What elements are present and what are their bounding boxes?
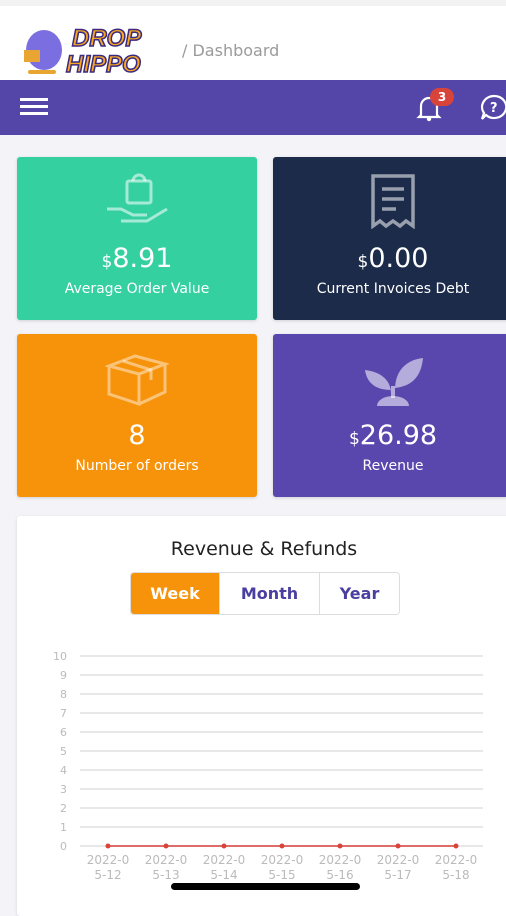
- data-point: [279, 843, 285, 849]
- x-tick-label: 2022-0: [145, 853, 188, 867]
- data-point: [337, 843, 343, 849]
- x-tick-label: 2022-0: [435, 853, 478, 867]
- y-tick-label: 10: [53, 650, 67, 663]
- x-tick-label: 2022-0: [203, 853, 246, 867]
- x-tick-label: 5-12: [94, 868, 121, 882]
- data-point: [163, 843, 169, 849]
- x-tick-label: 5-18: [442, 868, 469, 882]
- x-tick-label: 2022-0: [377, 853, 420, 867]
- y-tick-label: 7: [60, 707, 67, 720]
- y-tick-label: 0: [60, 840, 67, 853]
- y-tick-label: 1: [60, 821, 67, 834]
- x-tick-label: 2022-0: [319, 853, 362, 867]
- y-tick-label: 5: [60, 745, 67, 758]
- x-tick-label: 2022-0: [261, 853, 304, 867]
- y-tick-label: 4: [60, 764, 67, 777]
- x-tick-label: 5-17: [384, 868, 411, 882]
- home-indicator: [171, 883, 360, 890]
- data-point: [221, 843, 227, 849]
- data-point: [105, 843, 111, 849]
- y-tick-label: 6: [60, 726, 67, 739]
- data-point: [395, 843, 401, 849]
- x-tick-label: 5-16: [326, 868, 353, 882]
- x-tick-label: 5-14: [210, 868, 237, 882]
- x-tick-label: 5-15: [268, 868, 295, 882]
- data-point: [453, 843, 459, 849]
- revenue-chart: 0123456789102022-05-122022-05-132022-05-…: [53, 650, 483, 882]
- y-tick-label: 3: [60, 783, 67, 796]
- y-tick-label: 9: [60, 669, 67, 682]
- x-tick-label: 5-13: [152, 868, 179, 882]
- y-tick-label: 2: [60, 802, 67, 815]
- y-tick-label: 8: [60, 688, 67, 701]
- x-tick-label: 2022-0: [87, 853, 130, 867]
